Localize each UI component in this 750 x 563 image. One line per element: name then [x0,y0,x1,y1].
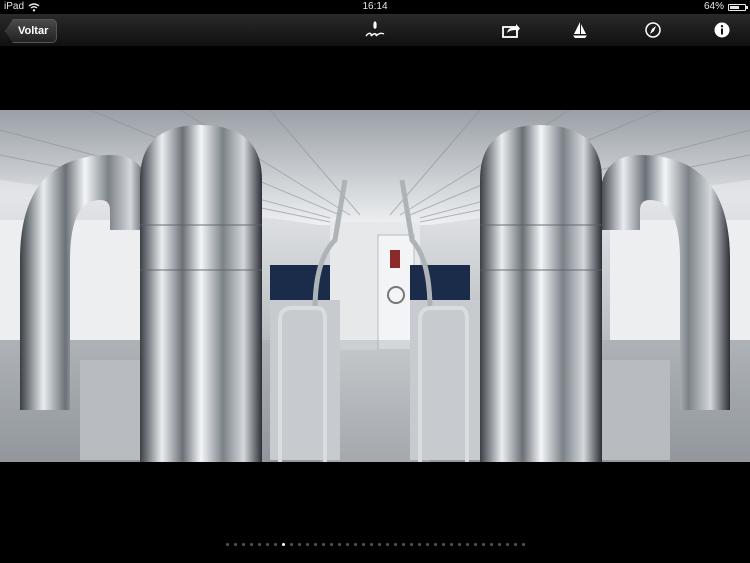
page-dot[interactable] [417,543,421,546]
page-dot[interactable] [257,543,261,546]
page-dot[interactable] [385,543,389,546]
battery-icon [728,3,748,11]
page-dot[interactable] [449,543,453,546]
navigation-bar: Voltar [0,14,750,47]
page-dot[interactable] [457,543,461,546]
page-dot[interactable] [289,543,293,546]
page-dot[interactable] [265,543,269,546]
page-dot[interactable] [409,543,413,546]
page-dot[interactable] [313,543,317,546]
status-bar: iPad 16:14 64% [0,0,750,14]
page-dot[interactable] [233,543,237,546]
info-icon[interactable] [712,21,732,39]
page-dot[interactable] [481,543,485,546]
page-indicator[interactable] [0,541,750,549]
page-dot[interactable] [377,543,381,546]
page-dot[interactable] [521,543,525,546]
page-dot[interactable] [433,543,437,546]
engine-room-photo [0,110,750,462]
page-dot[interactable] [497,543,501,546]
page-dot[interactable] [361,543,365,546]
page-dot[interactable] [441,543,445,546]
page-dot[interactable] [297,543,301,546]
page-dot[interactable] [273,543,277,546]
battery-fill [730,5,739,9]
battery-percent: 64% [703,1,724,12]
page-dot[interactable] [329,543,333,546]
page-dot[interactable] [337,543,341,546]
page-dot[interactable] [249,543,253,546]
page-dot[interactable] [489,543,493,546]
page-dot[interactable] [513,543,517,546]
page-dot[interactable] [345,543,349,546]
gallery-photo[interactable] [0,110,750,462]
back-button[interactable]: Voltar [5,19,58,43]
page-dot[interactable] [425,543,429,546]
brand-logo-icon[interactable] [363,20,387,40]
page-dot[interactable] [401,543,405,546]
share-icon[interactable] [501,21,521,39]
page-dot[interactable] [353,543,357,546]
clock: 16:14 [362,1,388,12]
sailboat-icon[interactable] [570,21,590,39]
page-dot[interactable] [393,543,397,546]
page-dot[interactable] [241,543,245,546]
page-dot[interactable] [321,543,325,546]
page-dot[interactable] [225,543,229,546]
page-dot[interactable] [465,543,469,546]
page-dot[interactable] [505,543,509,546]
compass-icon[interactable] [643,21,663,39]
page-dot[interactable] [305,543,309,546]
page-dot-active[interactable] [281,543,285,546]
page-dot[interactable] [369,543,373,546]
page-dot[interactable] [473,543,477,546]
